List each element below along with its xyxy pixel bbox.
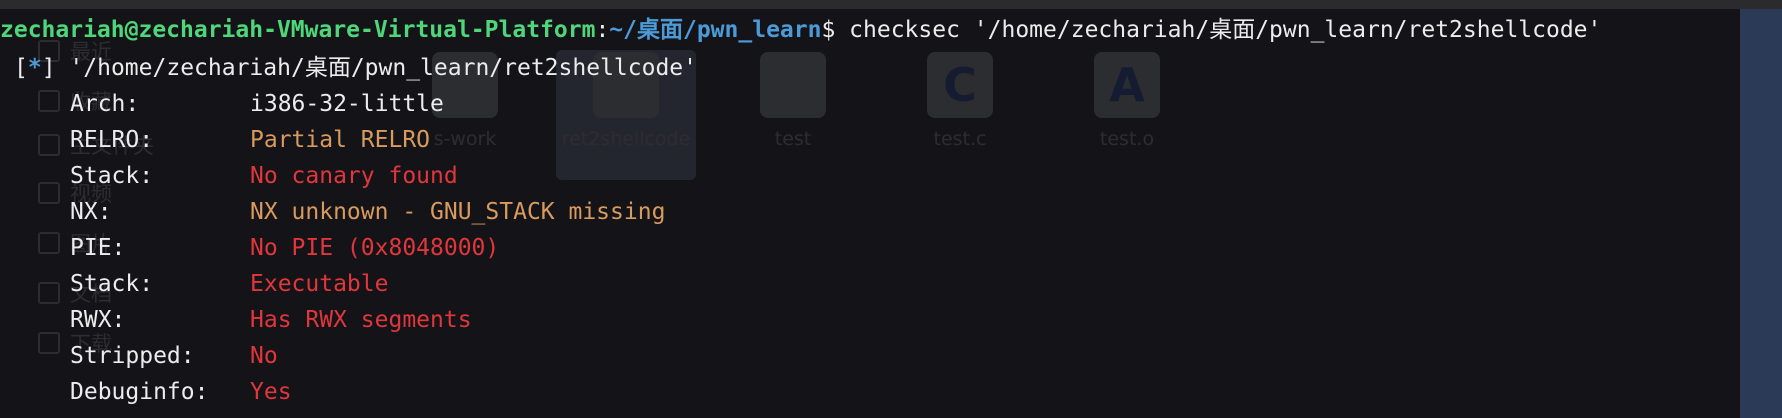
checksec-row: NX: NX unknown - GNU_STACK missing xyxy=(0,196,1782,228)
checksec-row: RELRO: Partial RELRO xyxy=(0,124,1782,156)
checksec-row: Stack: No canary found xyxy=(0,160,1782,192)
checksec-row: RWX: Has RWX segments xyxy=(0,304,1782,336)
property-value: Executable xyxy=(250,271,389,297)
prompt-separator: : xyxy=(595,17,610,43)
prompt-user-host: zechariah@zechariah-VMware-Virtual-Platf… xyxy=(0,17,596,43)
checksec-row: Arch: i386-32-little xyxy=(0,88,1782,120)
property-value: Yes xyxy=(250,379,292,405)
property-key: Arch: xyxy=(70,91,140,117)
property-value: No canary found xyxy=(250,163,458,189)
terminal-window[interactable]: 最近 收藏 主文件夹 视频 图片 文档 下载 s-work ret2shellc… xyxy=(0,0,1782,418)
property-key: Stack: xyxy=(70,271,154,297)
marker-bracket-open: [ xyxy=(14,55,28,81)
marker-bracket-close: ] xyxy=(41,55,70,81)
property-key: Stack: xyxy=(70,163,154,189)
command-text: checksec '/home/zechariah/桌面/pwn_learn/r… xyxy=(849,17,1602,43)
property-key: RWX: xyxy=(70,307,126,333)
property-key: Debuginfo: xyxy=(70,379,209,405)
prompt-line: zechariah@zechariah-VMware-Virtual-Platf… xyxy=(0,14,1601,46)
property-key: Stripped: xyxy=(70,343,195,369)
property-value: No xyxy=(250,343,278,369)
property-value: Partial RELRO xyxy=(250,127,431,153)
property-key: PIE: xyxy=(70,235,126,261)
checksec-row: Stripped: No xyxy=(0,340,1782,372)
property-key: RELRO: xyxy=(70,127,154,153)
property-value: i386-32-little xyxy=(250,91,444,117)
prompt-symbol: $ xyxy=(821,17,850,43)
property-value: NX unknown - GNU_STACK missing xyxy=(250,199,666,225)
checksec-target-path: '/home/zechariah/桌面/pwn_learn/ret2shellc… xyxy=(69,55,698,81)
checksec-row: Stack: Executable xyxy=(0,268,1782,300)
property-value: Has RWX segments xyxy=(250,307,472,333)
checksec-header-line: [*] '/home/zechariah/桌面/pwn_learn/ret2sh… xyxy=(14,52,697,84)
prompt-path: ~/桌面/pwn_learn xyxy=(609,17,822,43)
checksec-row: Debuginfo: Yes xyxy=(0,376,1782,408)
info-marker: * xyxy=(27,55,42,81)
property-key: NX: xyxy=(70,199,112,225)
checksec-row: PIE: No PIE (0x8048000) xyxy=(0,232,1782,264)
property-value: No PIE (0x8048000) xyxy=(250,235,500,261)
